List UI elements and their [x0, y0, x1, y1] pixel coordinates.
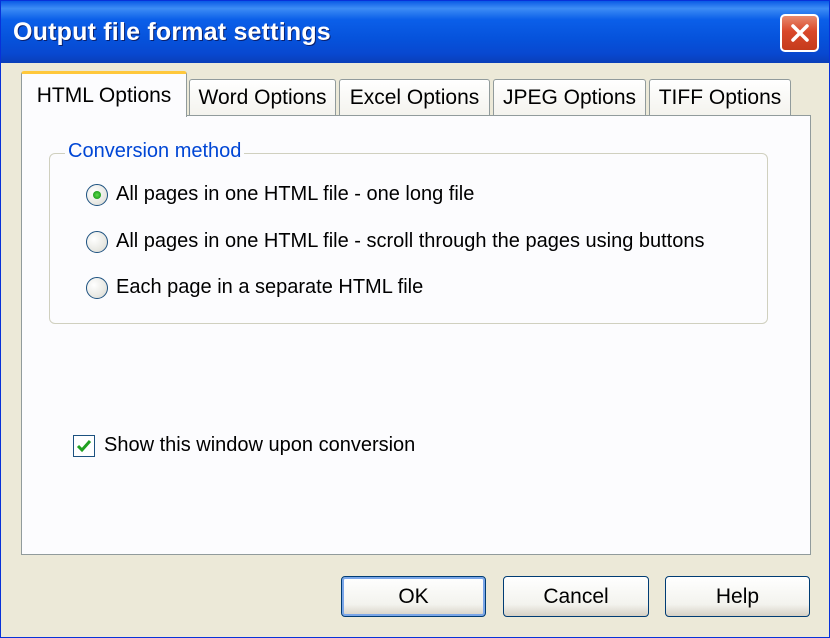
- radio-label: All pages in one HTML file - one long fi…: [116, 183, 475, 205]
- title-bar[interactable]: Output file format settings: [1, 1, 829, 63]
- conversion-method-label: Conversion method: [65, 140, 245, 163]
- ok-label: OK: [398, 584, 429, 608]
- show-window-checkbox[interactable]: [73, 434, 95, 457]
- tab-label: Excel Options: [349, 85, 480, 109]
- radio-button-selected[interactable]: [86, 183, 108, 206]
- tab-jpeg-options[interactable]: JPEG Options: [493, 79, 646, 115]
- radio-button[interactable]: [86, 230, 108, 253]
- tab-label: HTML Options: [36, 83, 172, 107]
- radio-scroll-buttons[interactable]: All pages in one HTML file - scroll thro…: [86, 230, 704, 253]
- cancel-label: Cancel: [543, 584, 609, 608]
- show-window-label: Show this window upon conversion: [104, 434, 416, 456]
- help-button[interactable]: Help: [665, 576, 810, 617]
- ok-button[interactable]: OK: [341, 576, 486, 617]
- help-label: Help: [715, 584, 760, 608]
- close-button[interactable]: [780, 14, 819, 52]
- radio-one-long-file[interactable]: All pages in one HTML file - one long fi…: [86, 183, 474, 206]
- radio-button[interactable]: [86, 276, 108, 299]
- cancel-button[interactable]: Cancel: [503, 576, 649, 617]
- radio-label: Each page in a separate HTML file: [116, 276, 424, 298]
- tab-excel-options[interactable]: Excel Options: [339, 79, 490, 115]
- tab-word-options[interactable]: Word Options: [189, 79, 336, 115]
- tab-html-options[interactable]: HTML Options: [21, 71, 187, 117]
- radio-label: All pages in one HTML file - scroll thro…: [116, 230, 705, 252]
- tab-label: Word Options: [198, 85, 327, 109]
- window-title: Output file format settings: [13, 18, 331, 46]
- dialog-window: Output file format settings HTML Options…: [0, 0, 830, 638]
- tab-label: TIFF Options: [658, 85, 782, 109]
- close-icon: [790, 24, 809, 42]
- tab-tiff-options[interactable]: TIFF Options: [649, 79, 791, 115]
- radio-separate-files[interactable]: Each page in a separate HTML file: [86, 276, 423, 299]
- radio-dot-icon: [93, 190, 101, 199]
- show-window-checkbox-row[interactable]: Show this window upon conversion: [73, 434, 415, 457]
- tab-label: JPEG Options: [502, 85, 637, 109]
- check-icon: [76, 439, 92, 452]
